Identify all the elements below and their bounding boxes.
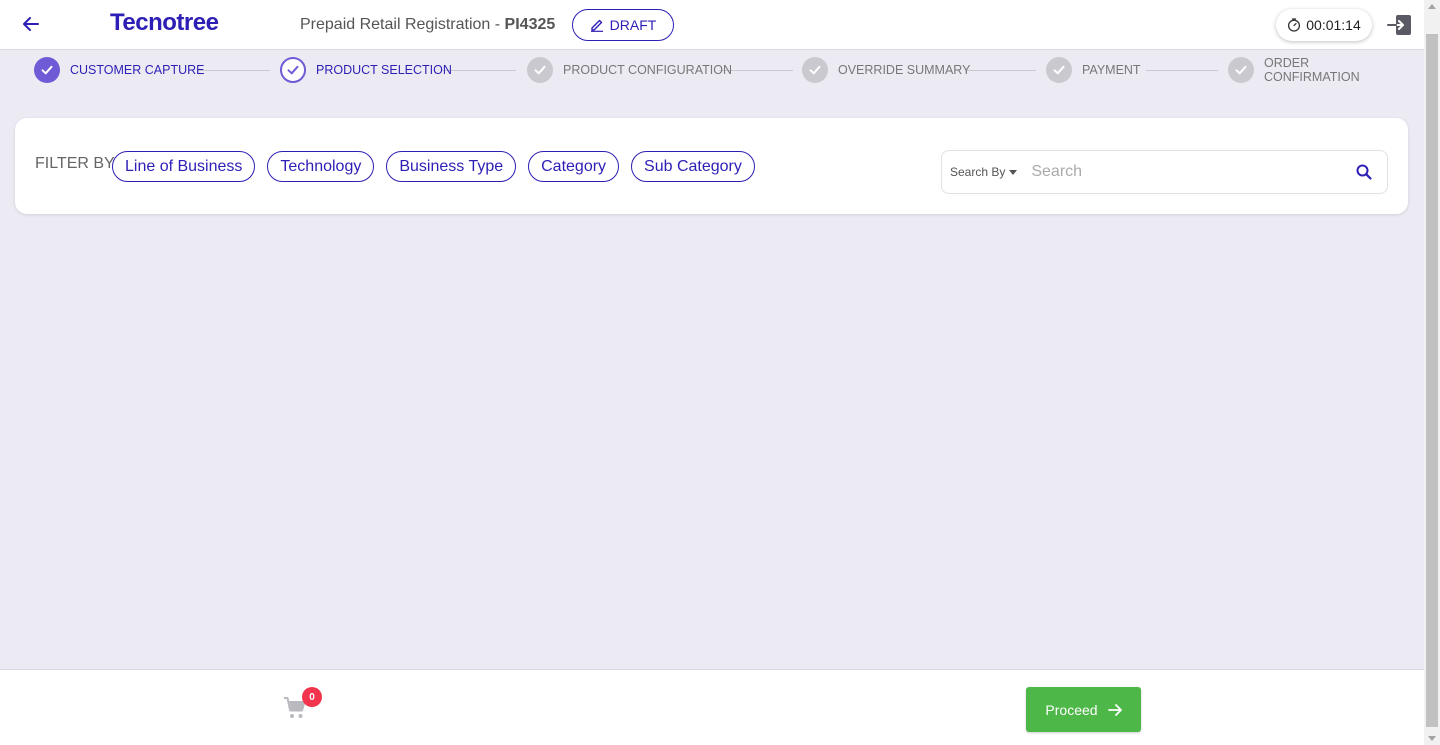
search-by-dropdown[interactable]: Search By bbox=[950, 165, 1018, 179]
filter-by-label: FILTER BY bbox=[35, 155, 115, 172]
filter-panel: FILTER BY Line of Business Technology Bu… bbox=[15, 118, 1408, 214]
step-override-summary[interactable]: OVERRIDE SUMMARY bbox=[802, 57, 970, 83]
step-label: OVERRIDE SUMMARY bbox=[838, 63, 971, 77]
scroll-up-arrow-icon[interactable] bbox=[1428, 4, 1436, 9]
step-connector bbox=[443, 70, 516, 71]
back-button[interactable] bbox=[20, 13, 42, 35]
step-order-confirmation[interactable]: ORDER CONFIRMATION bbox=[1228, 56, 1394, 84]
search-icon[interactable] bbox=[1355, 163, 1373, 181]
logout-icon bbox=[1387, 15, 1411, 35]
filter-chip-line-of-business[interactable]: Line of Business bbox=[112, 151, 256, 182]
step-check-icon bbox=[1046, 57, 1072, 83]
step-customer-capture[interactable]: CUSTOMER CAPTURE bbox=[34, 57, 205, 83]
scroll-down-arrow-icon[interactable] bbox=[1428, 736, 1436, 741]
logo: Tecnotree bbox=[110, 9, 219, 36]
step-product-selection[interactable]: PRODUCT SELECTION bbox=[280, 57, 452, 83]
filter-chip-category[interactable]: Category bbox=[528, 151, 620, 182]
timer-value: 00:01:14 bbox=[1306, 17, 1361, 33]
step-connector bbox=[965, 70, 1036, 71]
progress-stepper: CUSTOMER CAPTURE PRODUCT SELECTION PRODU… bbox=[34, 56, 1394, 84]
page-title-id: PI4325 bbox=[504, 16, 556, 33]
step-product-configuration[interactable]: PRODUCT CONFIGURATION bbox=[527, 57, 732, 83]
search-by-label: Search By bbox=[950, 165, 1006, 179]
step-label: ORDER CONFIRMATION bbox=[1264, 56, 1360, 84]
step-label: PAYMENT bbox=[1082, 63, 1141, 77]
step-payment[interactable]: PAYMENT bbox=[1046, 57, 1141, 83]
step-check-icon bbox=[280, 57, 306, 83]
caret-down-icon bbox=[1009, 169, 1018, 175]
draft-button[interactable]: DRAFT bbox=[572, 9, 674, 41]
app-header: Tecnotree Prepaid Retail Registration - … bbox=[0, 0, 1424, 50]
scroll-thumb[interactable] bbox=[1426, 34, 1438, 727]
arrow-right-icon bbox=[1107, 703, 1122, 716]
proceed-label: Proceed bbox=[1045, 701, 1098, 718]
session-timer: 00:01:14 bbox=[1276, 9, 1372, 41]
proceed-button[interactable]: Proceed bbox=[1026, 687, 1141, 732]
step-check-icon bbox=[1228, 57, 1254, 83]
draft-label: DRAFT bbox=[609, 17, 657, 33]
step-check-icon bbox=[527, 57, 553, 83]
footer-bar: 0 Proceed bbox=[0, 669, 1424, 745]
step-connector bbox=[1146, 70, 1218, 71]
vertical-scrollbar[interactable] bbox=[1424, 0, 1440, 745]
filter-chip-business-type[interactable]: Business Type bbox=[386, 151, 517, 182]
step-label: PRODUCT SELECTION bbox=[316, 63, 452, 77]
step-check-icon bbox=[802, 57, 828, 83]
search-box: Search By bbox=[941, 150, 1388, 194]
step-label: PRODUCT CONFIGURATION bbox=[563, 63, 732, 77]
page-title: Prepaid Retail Registration - PI4325 bbox=[300, 16, 555, 34]
cart-count-badge: 0 bbox=[302, 687, 322, 707]
search-input[interactable] bbox=[1031, 163, 1355, 181]
arrow-left-icon bbox=[23, 17, 39, 31]
filter-chip-sub-category[interactable]: Sub Category bbox=[631, 151, 755, 182]
logout-button[interactable] bbox=[1387, 13, 1413, 37]
step-label: CUSTOMER CAPTURE bbox=[70, 63, 205, 77]
step-connector bbox=[197, 70, 270, 71]
page-title-text: Prepaid Retail Registration - bbox=[300, 16, 505, 33]
step-check-icon bbox=[34, 57, 60, 83]
filter-chip-technology[interactable]: Technology bbox=[267, 151, 375, 182]
timer-icon bbox=[1288, 18, 1301, 32]
pencil-icon bbox=[590, 19, 603, 32]
filter-chips: Line of Business Technology Business Typ… bbox=[112, 151, 755, 182]
